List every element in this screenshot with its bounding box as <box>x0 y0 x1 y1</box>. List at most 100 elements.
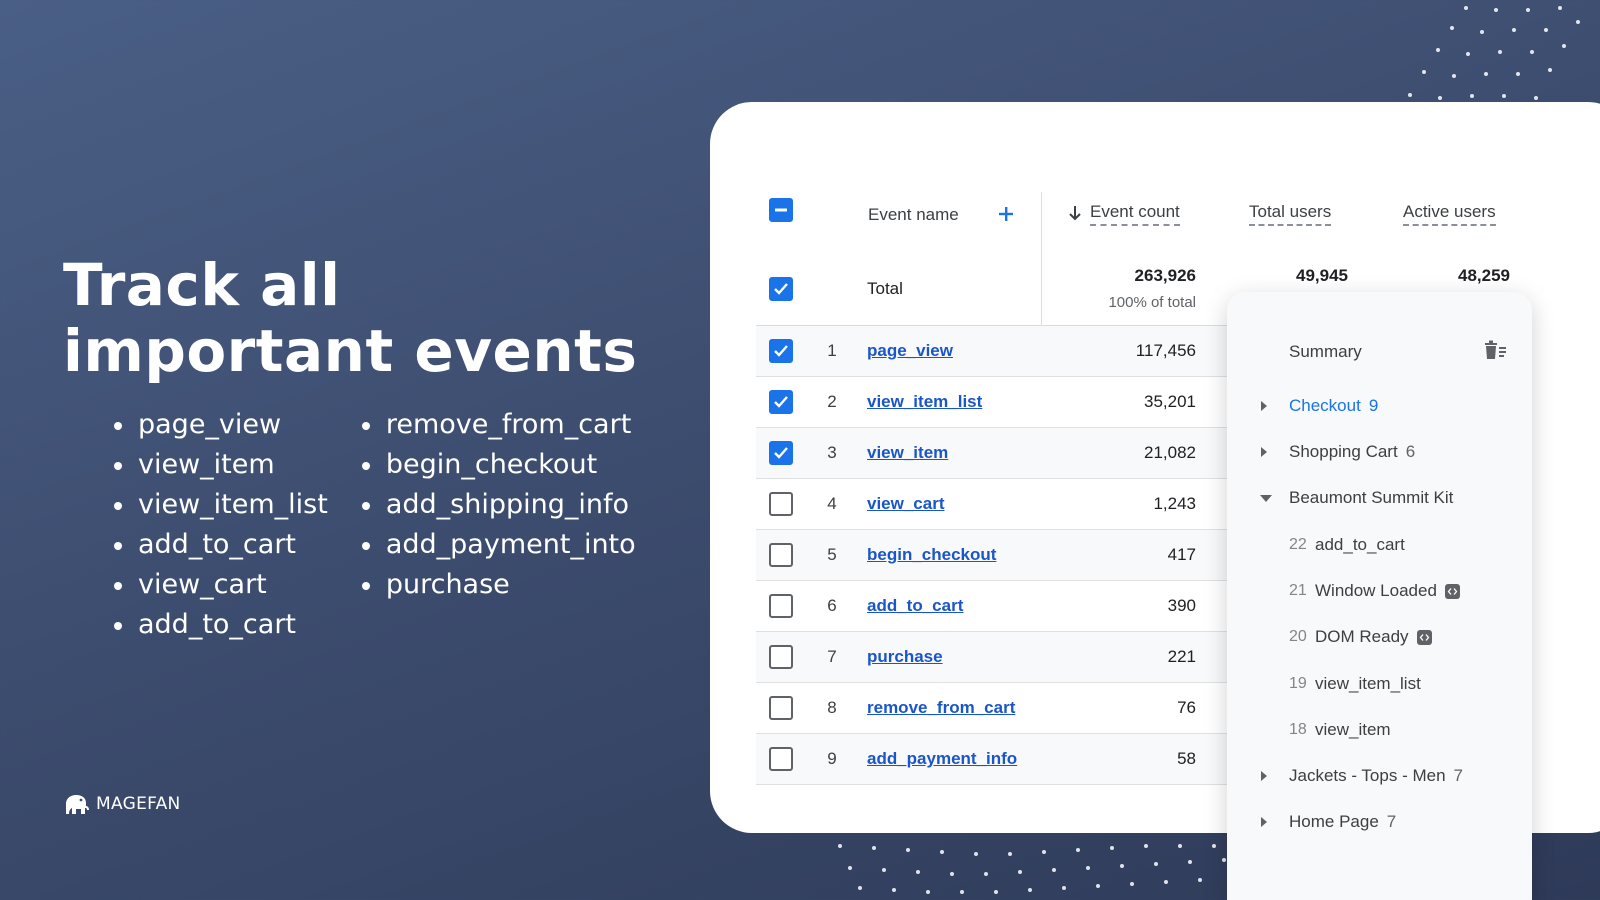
add-dimension-icon[interactable] <box>997 205 1015 223</box>
summary-subitem-window-loaded[interactable]: 21 Window Loaded <box>1289 581 1460 601</box>
event-count: 221 <box>1167 647 1196 666</box>
row-checkbox[interactable] <box>769 543 793 567</box>
summary-subitem-add-to-cart[interactable]: 22 add_to_cart <box>1289 535 1405 555</box>
event-count: 58 <box>1177 749 1196 768</box>
minus-icon <box>775 208 787 212</box>
list-item: add_shipping_info <box>358 485 636 525</box>
event-list-column-1: page_view view_item view_item_list add_t… <box>110 405 328 645</box>
caret-right-icon <box>1261 771 1267 781</box>
subitem-number: 20 <box>1289 628 1307 645</box>
event-name-link[interactable]: page_view <box>867 341 953 361</box>
row-rank: 7 <box>827 647 837 666</box>
caret-down-icon <box>1260 495 1272 502</box>
event-name-link[interactable]: purchase <box>867 647 943 667</box>
summary-subitem-dom-ready[interactable]: 20 DOM Ready <box>1289 627 1432 647</box>
list-item: page_view <box>110 405 328 445</box>
total-event-count: 263,926 <box>1134 266 1196 285</box>
summary-panel: Summary Checkout 9 Shopping Cart 6 Beaum… <box>1227 292 1532 900</box>
summary-item-beaumont-summit-kit[interactable]: Beaumont Summit Kit <box>1259 488 1453 508</box>
row-checkbox[interactable] <box>769 390 793 414</box>
subitem-number: 18 <box>1289 721 1307 738</box>
summary-item-shopping-cart[interactable]: Shopping Cart 6 <box>1259 442 1415 462</box>
event-count: 76 <box>1177 698 1196 717</box>
list-item: remove_from_cart <box>358 405 636 445</box>
summary-item-jackets-tops-men[interactable]: Jackets - Tops - Men 7 <box>1259 766 1463 786</box>
summary-subitem-view-item-list[interactable]: 19 view_item_list <box>1289 674 1421 694</box>
table-header: Event name Event count Total users Activ… <box>756 182 1526 244</box>
summary-item-label: Shopping Cart <box>1289 442 1398 461</box>
subitem-number: 21 <box>1289 582 1307 599</box>
summary-item-label: Beaumont Summit Kit <box>1289 488 1454 507</box>
total-active-users: 48,259 <box>1458 266 1510 285</box>
header-active-users[interactable]: Active users <box>1403 202 1496 226</box>
event-name-link[interactable]: view_item_list <box>867 392 982 412</box>
headline-line-1: Track all <box>63 251 341 319</box>
event-count: 1,243 <box>1153 494 1196 513</box>
list-item: view_item <box>110 445 328 485</box>
header-event-name[interactable]: Event name <box>868 205 959 225</box>
subitem-number: 19 <box>1289 675 1307 692</box>
select-all-checkbox[interactable] <box>769 198 793 222</box>
event-count: 390 <box>1167 596 1196 615</box>
row-checkbox[interactable] <box>769 645 793 669</box>
row-checkbox[interactable] <box>769 747 793 771</box>
check-icon <box>774 283 788 295</box>
row-checkbox[interactable] <box>769 696 793 720</box>
total-checkbox[interactable] <box>769 277 793 301</box>
list-item: add_payment_into <box>358 525 636 565</box>
elephant-logo-icon <box>66 795 89 814</box>
event-count: 117,456 <box>1135 341 1196 360</box>
summary-item-count: 7 <box>1386 812 1397 831</box>
row-checkbox[interactable] <box>769 441 793 465</box>
event-name-link[interactable]: add_payment_info <box>867 749 1017 769</box>
check-icon <box>774 396 788 408</box>
summary-item-checkout[interactable]: Checkout 9 <box>1259 396 1378 416</box>
row-rank: 6 <box>827 596 837 615</box>
list-item: view_item_list <box>110 485 328 525</box>
magefan-logo: MAGEFAN <box>62 792 181 816</box>
subitem-label: view_item_list <box>1315 674 1421 693</box>
event-list: page_view view_item view_item_list add_t… <box>110 405 636 645</box>
summary-item-count: 7 <box>1453 766 1463 785</box>
list-item: add_to_cart <box>110 605 328 645</box>
caret-right-icon <box>1261 401 1267 411</box>
event-name-link[interactable]: view_cart <box>867 494 945 514</box>
decorative-dots-top <box>1408 6 1580 100</box>
total-total-users: 49,945 <box>1296 266 1348 285</box>
check-icon <box>774 447 788 459</box>
code-badge-icon <box>1444 583 1460 599</box>
code-badge-icon <box>1416 629 1432 645</box>
subitem-label: view_item <box>1315 720 1391 739</box>
row-rank: 8 <box>827 698 837 717</box>
event-count: 21,082 <box>1144 443 1196 462</box>
summary-subitem-view-item[interactable]: 18 view_item <box>1289 720 1391 740</box>
event-count: 35,201 <box>1144 392 1196 411</box>
caret-right-icon <box>1261 447 1267 457</box>
list-item: view_cart <box>110 565 328 605</box>
row-checkbox[interactable] <box>769 339 793 363</box>
event-name-link[interactable]: begin_checkout <box>867 545 996 565</box>
list-item: purchase <box>358 565 636 605</box>
sort-descending-icon[interactable] <box>1068 204 1082 222</box>
subitem-label: DOM Ready <box>1315 627 1409 646</box>
summary-item-label: Checkout <box>1289 396 1361 415</box>
event-name-link[interactable]: add_to_cart <box>867 596 963 616</box>
row-rank: 9 <box>827 749 837 768</box>
summary-title: Summary <box>1289 342 1362 361</box>
total-label: Total <box>867 279 903 298</box>
summary-item-label: Jackets - Tops - Men <box>1289 766 1446 785</box>
event-name-link[interactable]: remove_from_cart <box>867 698 1015 718</box>
summary-item-home-page[interactable]: Home Page 7 <box>1259 812 1396 832</box>
row-checkbox[interactable] <box>769 492 793 516</box>
clear-trash-icon[interactable] <box>1483 339 1507 361</box>
event-name-link[interactable]: view_item <box>867 443 948 463</box>
header-total-users[interactable]: Total users <box>1249 202 1332 226</box>
list-item: add_to_cart <box>110 525 328 565</box>
row-rank: 3 <box>827 443 837 462</box>
decorative-dots-bottom <box>838 844 1226 894</box>
event-list-column-2: remove_from_cart begin_checkout add_ship… <box>358 405 636 645</box>
row-checkbox[interactable] <box>769 594 793 618</box>
subitem-number: 22 <box>1289 536 1307 553</box>
header-event-count[interactable]: Event count <box>1090 202 1180 226</box>
list-item: begin_checkout <box>358 445 636 485</box>
